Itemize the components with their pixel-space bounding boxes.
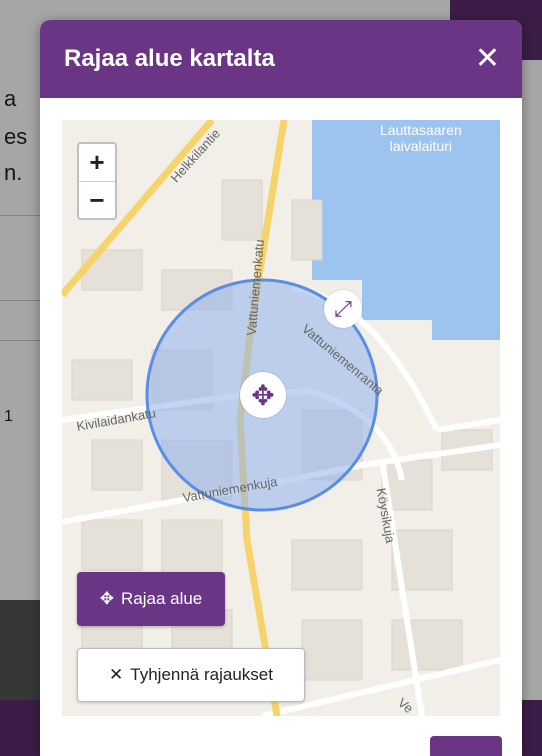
close-icon: ✕	[109, 665, 124, 684]
zoom-in-button[interactable]: +	[79, 144, 115, 182]
footer-button[interactable]	[430, 736, 502, 756]
move-icon[interactable]: ✥	[240, 372, 286, 418]
zoom-out-button[interactable]: −	[79, 182, 115, 219]
clear-selections-label: Tyhjennä rajaukset	[130, 665, 273, 684]
clear-selections-button[interactable]: ✕ Tyhjennä rajaukset	[77, 648, 305, 702]
resize-icon[interactable]: ⤢	[324, 290, 362, 328]
modal-header: Rajaa alue kartalta ✕	[40, 20, 522, 98]
water-label-line: laivalaituri	[389, 138, 452, 154]
modal-title: Rajaa alue kartalta	[64, 45, 275, 72]
select-area-label: Rajaa alue	[120, 589, 203, 608]
water-label-line: Lauttasaaren	[380, 122, 462, 138]
zoom-control: + −	[77, 142, 117, 220]
area-select-modal: Rajaa alue kartalta ✕ Helkkilantie Vattu…	[40, 20, 522, 756]
water-label: Lauttasaaren laivalaituri	[380, 122, 462, 154]
close-icon[interactable]: ✕	[475, 44, 500, 74]
select-area-button[interactable]: ✥ Rajaa alue	[77, 572, 225, 626]
crosshair-icon: ✥	[99, 589, 114, 608]
map-view[interactable]: Helkkilantie Vattuniemenkatu Vattuniemen…	[62, 120, 500, 716]
